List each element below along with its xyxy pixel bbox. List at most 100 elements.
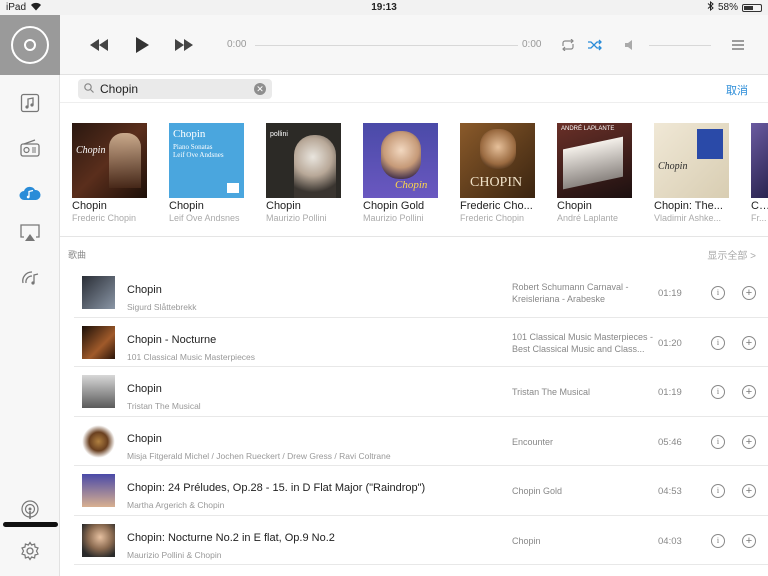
disc-icon bbox=[11, 26, 49, 64]
airplay-icon[interactable] bbox=[18, 221, 42, 245]
add-icon[interactable]: + bbox=[742, 434, 756, 449]
repeat-icon[interactable] bbox=[560, 35, 576, 55]
sidebar bbox=[0, 15, 60, 576]
bluetooth-icon bbox=[707, 0, 714, 14]
album-cover: ANDRÉ LAPLANTE bbox=[557, 123, 632, 198]
device-name: iPad bbox=[6, 2, 27, 13]
cloud-music-icon[interactable] bbox=[18, 181, 42, 205]
song-title: Chopin - Nocturne bbox=[127, 333, 217, 346]
remaining-time: 0:00 bbox=[522, 39, 542, 50]
song-row[interactable]: Chopin: Nocturne No.2 in E flat, Op.9 No… bbox=[74, 516, 768, 565]
volume-icon bbox=[624, 35, 636, 55]
album-title: Chopin bbox=[72, 200, 107, 212]
info-icon[interactable]: i bbox=[711, 335, 725, 350]
show-all-link[interactable]: 显示全部 > bbox=[707, 247, 756, 262]
album-cover: Chopin bbox=[654, 123, 729, 198]
album-artist: Vladimir Ashke... bbox=[654, 213, 722, 223]
wireless-music-icon[interactable] bbox=[18, 266, 42, 290]
album-card[interactable]: Chopin Chopin Gold Maurizio Pollini bbox=[363, 123, 443, 223]
music-library-icon[interactable] bbox=[18, 91, 42, 115]
add-icon[interactable]: + bbox=[742, 533, 756, 548]
wifi-icon bbox=[30, 2, 42, 14]
songs-section-title: 歌曲 bbox=[68, 250, 87, 260]
now-playing-disc[interactable] bbox=[0, 15, 60, 75]
add-icon[interactable]: + bbox=[742, 335, 756, 350]
podcast-icon[interactable] bbox=[18, 498, 42, 522]
volume-slider[interactable] bbox=[649, 45, 711, 46]
menu-icon[interactable] bbox=[730, 35, 746, 55]
shuffle-icon[interactable] bbox=[587, 35, 603, 55]
add-icon[interactable]: + bbox=[742, 484, 756, 498]
search-icon bbox=[84, 80, 94, 98]
info-icon[interactable]: i bbox=[711, 533, 725, 548]
song-artist: 101 Classical Music Masterpieces bbox=[127, 351, 256, 362]
album-title: Chopin bbox=[169, 200, 204, 212]
status-bar: iPad 19:13 58% bbox=[0, 0, 768, 15]
song-title: Chopin bbox=[127, 432, 162, 445]
cancel-button[interactable]: 取消 bbox=[726, 82, 748, 98]
song-duration: 05:46 bbox=[658, 436, 682, 448]
song-duration: 04:03 bbox=[658, 535, 682, 547]
album-artist: Fr... bbox=[751, 213, 767, 223]
clock: 19:13 bbox=[371, 2, 397, 13]
song-row[interactable]: Chopin Tristan The Musical Tristan The M… bbox=[74, 367, 768, 417]
battery-icon bbox=[742, 3, 762, 12]
info-icon[interactable]: i bbox=[711, 385, 725, 399]
album-cover: CHOPIN bbox=[460, 123, 535, 198]
album-artist: Leif Ove Andsnes bbox=[169, 213, 240, 223]
album-artist: Maurizio Pollini bbox=[266, 213, 327, 223]
song-title: Chopin: Nocturne No.2 in E flat, Op.9 No… bbox=[127, 531, 335, 544]
album-card[interactable]: pollini Chopin Maurizio Pollini bbox=[266, 123, 346, 223]
home-indicator bbox=[3, 522, 58, 527]
battery-percent: 58% bbox=[717, 2, 738, 13]
song-thumbnail bbox=[82, 424, 115, 458]
song-album: Chopin Gold bbox=[512, 486, 563, 496]
song-thumbnail bbox=[82, 276, 115, 309]
album-artist: Frederic Chopin bbox=[72, 213, 137, 223]
song-album: 101 Classical Music Masterpieces - Best … bbox=[512, 331, 654, 354]
album-card[interactable]: Ch... Fr... bbox=[751, 123, 768, 223]
song-row[interactable]: Chopin - Nocturne 101 Classical Music Ma… bbox=[74, 318, 768, 367]
song-row[interactable]: Chopin Sigurd Slåttebrekk Robert Schuman… bbox=[74, 268, 768, 318]
album-card[interactable]: Chopin Chopin Frederic Chopin bbox=[72, 123, 152, 223]
song-row[interactable]: Chopin: 24 Préludes, Op.28 - 15. in D Fl… bbox=[74, 466, 768, 516]
album-cover: Chopin bbox=[72, 123, 147, 198]
search-box: ✕ bbox=[78, 79, 272, 99]
elapsed-time: 0:00 bbox=[227, 39, 247, 50]
album-card[interactable]: Chopin Chopin: The... Vladimir Ashke... bbox=[654, 123, 734, 223]
song-album: Robert Schumann Carnaval - Kreisleriana … bbox=[512, 282, 629, 304]
progress-track[interactable] bbox=[255, 45, 518, 46]
album-cover: Chopin Piano Sonatas Leif Ove Andsnes bbox=[169, 123, 244, 198]
info-icon[interactable]: i bbox=[711, 286, 725, 300]
album-card[interactable]: ANDRÉ LAPLANTE Chopin André Laplante bbox=[557, 123, 637, 223]
song-title: Chopin: 24 Préludes, Op.28 - 15. in D Fl… bbox=[127, 482, 426, 494]
song-duration: 04:53 bbox=[658, 486, 682, 497]
play-button[interactable] bbox=[132, 35, 152, 55]
song-thumbnail bbox=[82, 375, 115, 408]
rewind-button[interactable] bbox=[88, 35, 110, 55]
battery-fill bbox=[744, 5, 754, 10]
album-cover: pollini bbox=[266, 123, 341, 198]
clear-search-icon[interactable]: ✕ bbox=[254, 83, 266, 95]
song-duration: 01:20 bbox=[658, 337, 682, 349]
add-icon[interactable]: + bbox=[742, 286, 756, 300]
fast-forward-button[interactable] bbox=[173, 35, 195, 55]
song-artist: Tristan The Musical bbox=[127, 401, 201, 411]
song-duration: 01:19 bbox=[658, 387, 682, 398]
album-title: Chopin bbox=[557, 200, 592, 212]
info-icon[interactable]: i bbox=[711, 484, 725, 498]
song-thumbnail bbox=[82, 474, 115, 507]
album-card[interactable]: CHOPIN Frederic Cho... Frederic Chopin bbox=[460, 123, 540, 223]
add-icon[interactable]: + bbox=[742, 385, 756, 399]
radio-icon[interactable] bbox=[18, 136, 42, 160]
song-row[interactable]: Chopin Misja Fitgerald Michel / Jochen R… bbox=[74, 417, 768, 466]
settings-gear-icon[interactable] bbox=[18, 539, 42, 563]
search-input[interactable] bbox=[100, 82, 250, 96]
album-title: Frederic Cho... bbox=[460, 200, 533, 212]
info-icon[interactable]: i bbox=[711, 434, 725, 449]
album-artist: André Laplante bbox=[557, 213, 619, 223]
album-cover: Chopin bbox=[363, 123, 438, 198]
song-thumbnail bbox=[82, 523, 115, 557]
album-card[interactable]: Chopin Piano Sonatas Leif Ove Andsnes Cho… bbox=[169, 123, 249, 223]
song-album: Encounter bbox=[512, 436, 554, 447]
